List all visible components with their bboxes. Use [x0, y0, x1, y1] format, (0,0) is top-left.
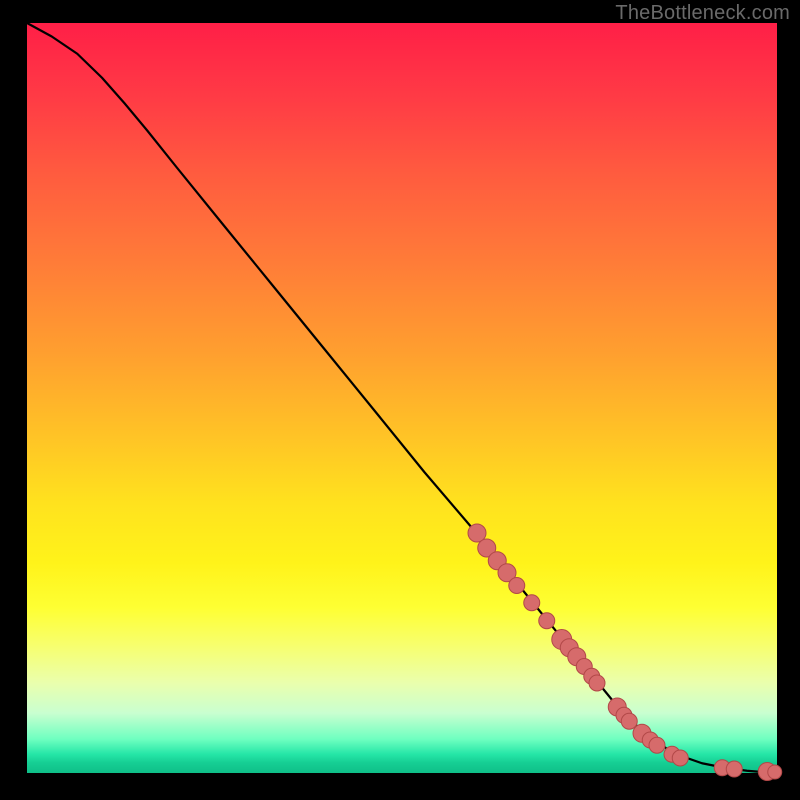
- data-marker: [524, 595, 540, 611]
- curve-line: [27, 23, 777, 772]
- data-marker: [768, 765, 782, 779]
- data-marker: [589, 675, 605, 691]
- data-marker: [726, 761, 742, 777]
- data-marker: [539, 613, 555, 629]
- chart-stage: TheBottleneck.com: [0, 0, 800, 800]
- data-marker: [672, 750, 688, 766]
- data-marker: [621, 713, 637, 729]
- chart-overlay: [0, 0, 800, 800]
- data-marker: [509, 578, 525, 594]
- data-marker: [649, 737, 665, 753]
- watermark-text: TheBottleneck.com: [615, 2, 790, 25]
- plot-group: [27, 23, 782, 781]
